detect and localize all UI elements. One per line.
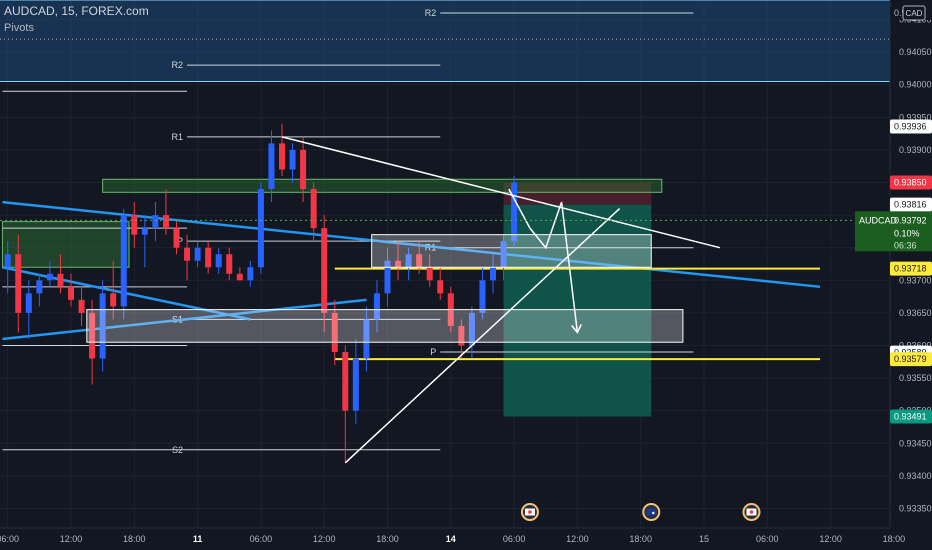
candle-body — [426, 267, 433, 281]
pivot-label: R2 — [425, 8, 437, 18]
time-tick-label: 12:00 — [60, 534, 83, 544]
candle-body — [36, 280, 43, 294]
green-zone-top — [102, 178, 663, 193]
symbol-title: AUDCAD, 15, FOREX.com — [4, 4, 149, 18]
candle-body — [57, 273, 64, 287]
candle-body — [226, 254, 233, 274]
last-price-countdown: 06:36 — [894, 240, 917, 250]
flag-icon-mark — [652, 511, 655, 515]
price-tick-label: 0.94000 — [899, 80, 932, 90]
time-tick-label: 06:00 — [756, 534, 779, 544]
price-tick-label: 0.93400 — [899, 471, 932, 481]
time-tick-label: 18:00 — [883, 534, 906, 544]
pivot-label: R2 — [172, 60, 184, 70]
candle-body — [247, 267, 254, 281]
candle-body — [15, 254, 22, 313]
candle-body — [490, 267, 496, 281]
candle-body — [321, 228, 328, 313]
time-tick-label: 12:00 — [819, 534, 842, 544]
gray-zone-low — [86, 309, 684, 343]
flag-icon-mark — [749, 510, 754, 514]
time-tick-label: 12:00 — [313, 534, 336, 544]
candle-body — [511, 182, 518, 242]
time-tick-label: 14 — [446, 534, 456, 544]
time-tick-label: 18:00 — [376, 534, 399, 544]
candle-body — [68, 286, 74, 300]
candle-body — [162, 215, 169, 229]
candle-body — [215, 254, 222, 268]
price-label: 0.93850 — [894, 178, 927, 188]
candle-body — [4, 254, 11, 268]
chart-background — [0, 0, 932, 550]
time-tick-label: 15 — [699, 534, 709, 544]
time-tick-label: 06:00 — [503, 534, 526, 544]
candle-body — [289, 149, 296, 170]
pivot-label: R1 — [172, 132, 184, 142]
price-label: 0.93491 — [894, 412, 927, 422]
indicator-name[interactable]: Pivots — [4, 22, 34, 34]
flag-icon — [646, 508, 657, 516]
time-tick-label: 12:00 — [566, 534, 589, 544]
time-tick-label: 06:00 — [250, 534, 273, 544]
candle-body — [120, 215, 127, 307]
candle-body — [46, 273, 53, 281]
currency-badge-label: CAD — [906, 9, 923, 18]
price-tick-label: 0.93900 — [899, 145, 932, 155]
price-tick-label: 0.93450 — [899, 438, 932, 448]
candle-body — [110, 293, 117, 307]
price-label: 0.93718 — [894, 264, 927, 274]
time-tick-label: 11 — [193, 534, 203, 544]
candle-body — [257, 189, 264, 268]
time-tick-label: 18:00 — [123, 534, 146, 544]
candle-body — [300, 149, 307, 190]
price-label: 0.93579 — [894, 354, 927, 364]
candle-body — [141, 228, 148, 235]
candle-body — [25, 293, 32, 313]
candle-body — [268, 143, 275, 190]
candle-body — [236, 273, 243, 281]
last-price-change: 0.10% — [894, 228, 920, 238]
candle-body — [479, 280, 486, 313]
price-tick-label: 0.93700 — [899, 275, 932, 285]
gray-zone-mid — [371, 234, 652, 268]
time-tick-label: 18:00 — [629, 534, 652, 544]
price-tick-label: 0.93650 — [899, 308, 932, 318]
candle-body — [279, 143, 285, 170]
candle-body — [437, 280, 444, 294]
flag-icon-mark — [528, 510, 532, 514]
price-label: 0.93816 — [894, 200, 927, 210]
candle-body — [131, 215, 138, 235]
candle-body — [173, 228, 180, 248]
price-tick-label: 0.93350 — [899, 503, 932, 513]
price-label: 0.93936 — [894, 121, 927, 131]
candle-body — [184, 247, 191, 261]
chart[interactable]: R2R2R1PS1S2R1P0.933500.934000.934500.935… — [0, 0, 932, 550]
candle-body — [152, 215, 159, 229]
candle-body — [310, 189, 317, 229]
price-tick-label: 0.94050 — [899, 47, 932, 57]
candle-body — [78, 299, 85, 313]
candle-body — [205, 247, 212, 268]
candle-body — [352, 358, 359, 411]
pivot-label: P — [430, 347, 436, 357]
time-tick-label: 06:00 — [0, 534, 19, 544]
last-price-value: 0.93792 — [894, 215, 927, 225]
pivot-label: S2 — [172, 445, 183, 455]
price-tick-label: 0.93550 — [899, 373, 932, 383]
candle-body — [194, 247, 201, 261]
candle-body — [342, 352, 349, 411]
last-price-symbol: AUDCAD — [859, 215, 898, 225]
